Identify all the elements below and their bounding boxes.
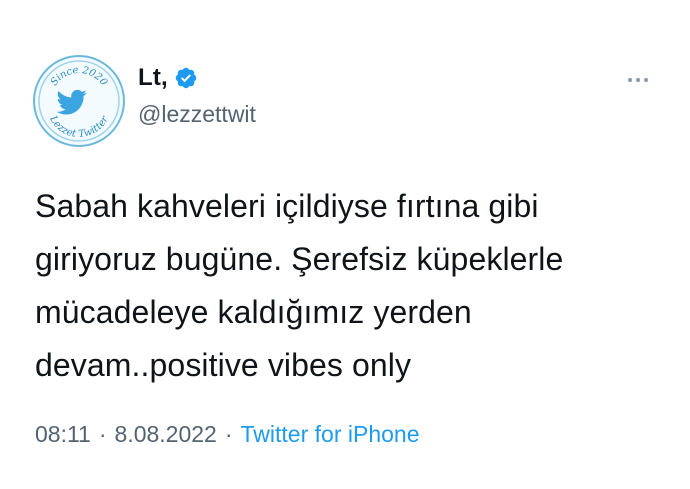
author-name-row[interactable]: Lt, — [138, 62, 198, 94]
more-dot — [636, 78, 640, 82]
tweet-text: Sabah kahveleri içildiyse fırtına gibi g… — [35, 188, 564, 383]
tweet-meta: 08:11 · 8.08.2022 · Twitter for iPhone — [35, 418, 420, 450]
avatar[interactable]: Since 2020 Lezzet Twitter — [33, 55, 125, 147]
more-dot — [644, 78, 648, 82]
svg-text:Since 2020: Since 2020 — [49, 65, 110, 89]
verified-badge-icon — [174, 66, 198, 90]
tweet-time[interactable]: 08:11 — [35, 421, 91, 448]
avatar-badge-bottom-text: Lezzet Twitter — [47, 113, 112, 140]
author-handle[interactable]: @lezzettwit — [138, 101, 256, 128]
tweet-card: Since 2020 Lezzet Twitter Lt, @lezzettwi… — [0, 0, 690, 489]
svg-text:Lezzet Twitter: Lezzet Twitter — [47, 113, 112, 140]
more-dot — [628, 78, 632, 82]
meta-separator: · — [224, 420, 233, 447]
more-options-icon[interactable] — [620, 70, 656, 90]
meta-separator: · — [98, 420, 107, 447]
display-name[interactable]: Lt, — [138, 64, 168, 92]
avatar-badge-top-text: Since 2020 — [49, 65, 110, 89]
twitter-bird-icon: Since 2020 Lezzet Twitter — [38, 60, 120, 142]
tweet-source-link[interactable]: Twitter for iPhone — [241, 421, 420, 448]
tweet-date[interactable]: 8.08.2022 — [115, 421, 217, 448]
